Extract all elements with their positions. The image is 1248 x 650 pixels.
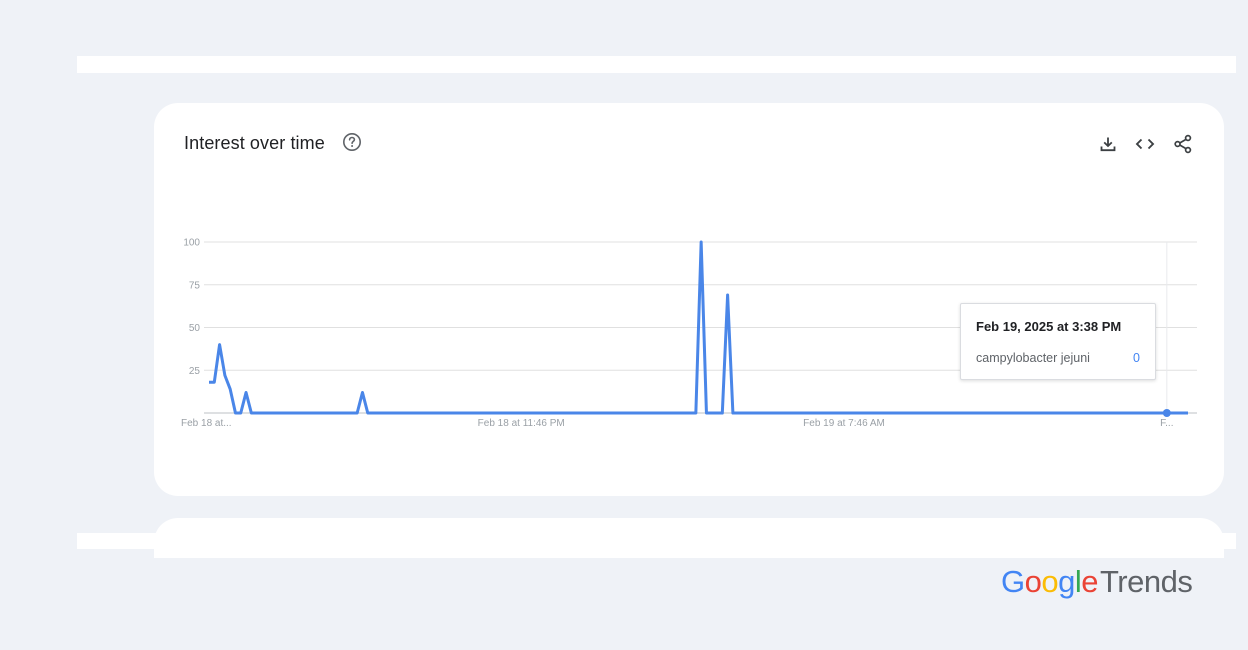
ytick-label: 50 [189, 323, 201, 334]
line-chart[interactable]: 100 75 50 25 Feb 18 at... Feb 18 at 11:46 PM… [154, 103, 1224, 496]
bottom-strip [77, 533, 1236, 549]
card-title: Interest over time [184, 133, 325, 153]
ytick-layer: 100 75 50 25 [183, 238, 200, 377]
top-strip [77, 56, 1236, 73]
share-icon[interactable] [1172, 133, 1194, 155]
logo-letter: e [1081, 564, 1099, 599]
xtick-label: Feb 18 at 11:46 PM [478, 418, 565, 429]
logo-letter: g [1058, 564, 1075, 599]
ytick-label: 25 [189, 366, 201, 377]
xtick-label: Feb 18 at... [181, 418, 232, 429]
xtick-layer: Feb 18 at... Feb 18 at 11:46 PM Feb 19 at … [181, 418, 1174, 429]
data-point-tooltip: Feb 19, 2025 at 3:38 PM campylobacter je… [960, 303, 1156, 380]
logo-letter: o [1024, 564, 1042, 599]
logo-letter: o [1041, 564, 1059, 599]
logo-letter: G [1001, 564, 1025, 599]
help-circle-icon[interactable] [342, 132, 362, 152]
code-embed-icon[interactable] [1134, 133, 1156, 155]
logo-product: Trends [1100, 564, 1193, 599]
xtick-label: Feb 19 at 7:46 AM [803, 418, 885, 429]
tooltip-value: 0 [1133, 351, 1140, 365]
interest-over-time-card: 100 75 50 25 Feb 18 at... Feb 18 at 11:46 PM… [154, 103, 1224, 496]
xtick-label: F... [1160, 418, 1173, 429]
ytick-label: 100 [183, 238, 200, 249]
download-icon[interactable] [1097, 133, 1119, 155]
google-trends-logo: GoogleTrends [1001, 564, 1193, 600]
tooltip-term: campylobacter jejuni [976, 351, 1090, 365]
ytick-label: 75 [189, 280, 201, 291]
tooltip-date: Feb 19, 2025 at 3:38 PM [976, 319, 1122, 334]
highlight-point [1162, 409, 1171, 417]
